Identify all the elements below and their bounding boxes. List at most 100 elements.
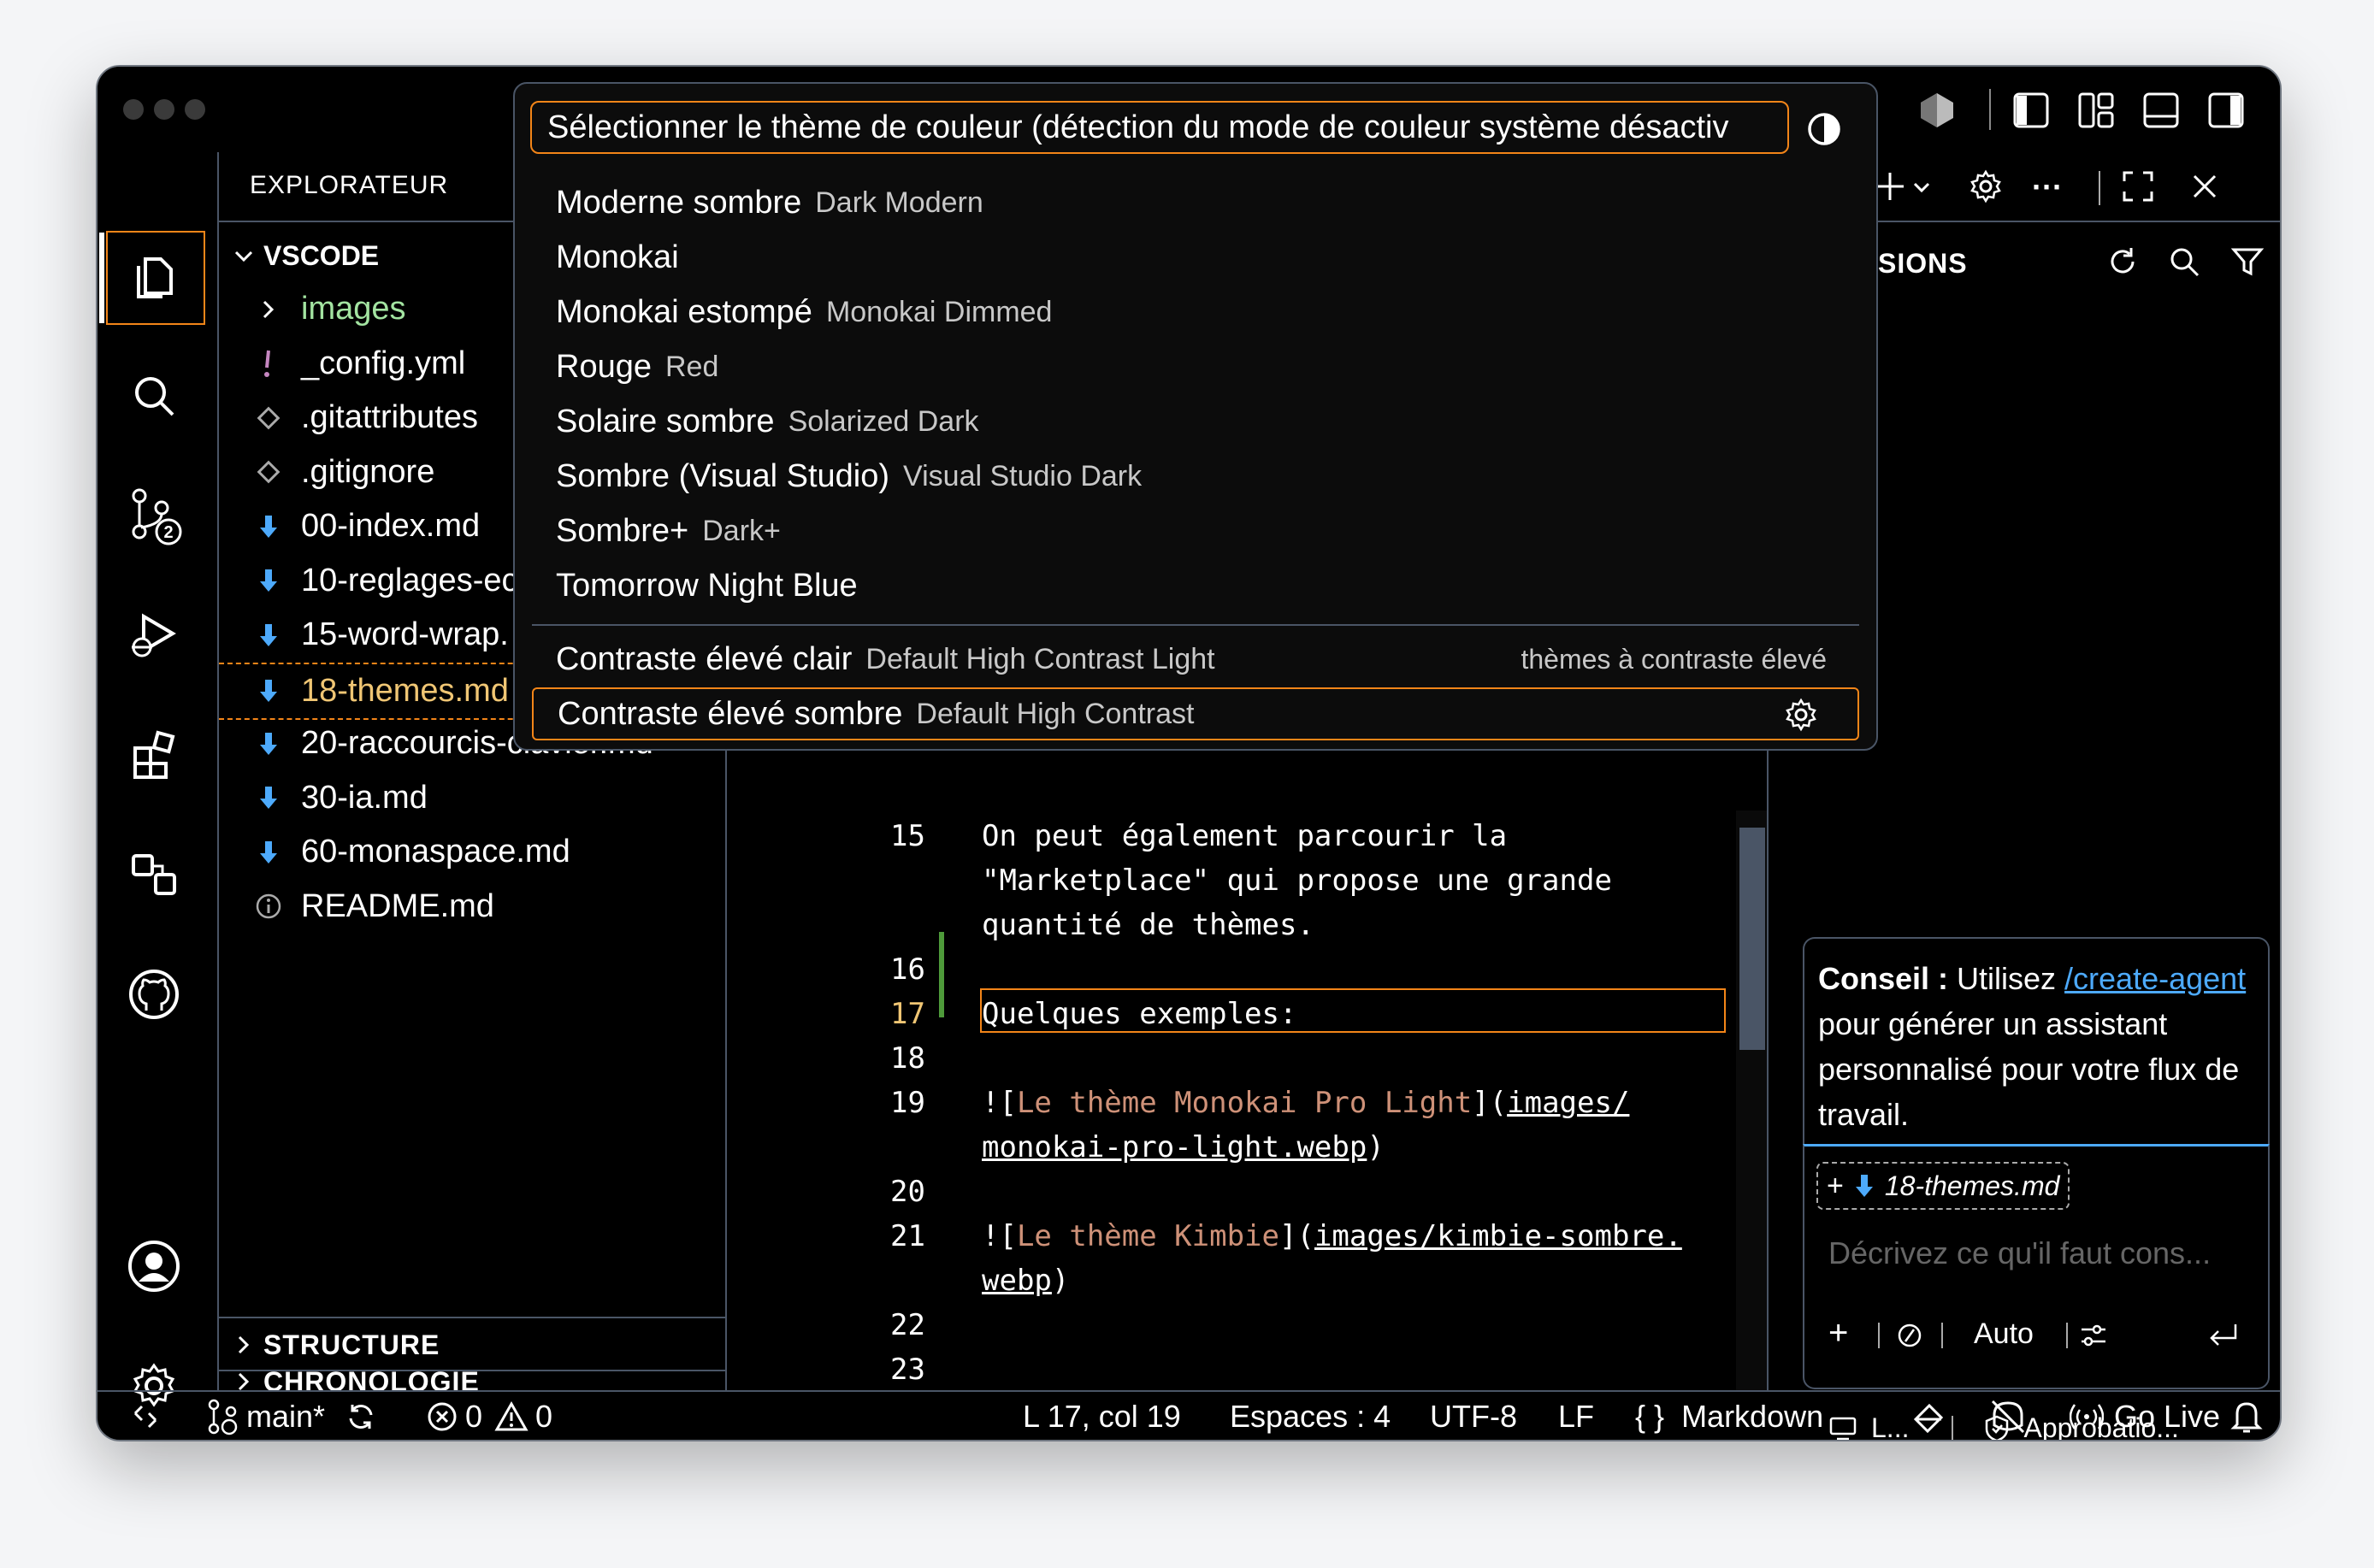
remote-explorer-icon[interactable] — [106, 829, 202, 920]
warning-icon — [494, 1400, 529, 1433]
run-debug-icon[interactable] — [106, 590, 202, 681]
theme-option[interactable]: Monokai estompé Monokai Dimmed — [532, 286, 1859, 339]
maximize-icon[interactable] — [2121, 169, 2155, 203]
source-control-icon[interactable]: 2 — [106, 470, 202, 561]
mode-selector[interactable]: Auto — [1974, 1317, 2034, 1351]
add-context-icon[interactable]: + — [1827, 1170, 1844, 1203]
window-close-dot[interactable] — [123, 99, 144, 120]
theme-option[interactable]: Solaire sombre Solarized Dark — [532, 395, 1859, 448]
theme-option[interactable]: Monokai — [532, 231, 1859, 284]
code-line[interactable]: webp) — [982, 1264, 1069, 1298]
svg-text:2: 2 — [163, 523, 173, 542]
close-icon[interactable] — [2189, 171, 2220, 202]
branch-status[interactable]: main* — [205, 1392, 378, 1440]
accounts-icon[interactable] — [1917, 91, 1957, 130]
actions-separator — [2099, 171, 2100, 205]
toggle-panel-icon[interactable] — [2143, 92, 2179, 128]
structure-section[interactable]: STRUCTURE — [219, 1317, 725, 1371]
activity-bar: 2 — [97, 152, 219, 1407]
code-line[interactable]: monokai-pro-light.webp) — [982, 1130, 1385, 1164]
theme-option-label: Moderne sombre — [556, 184, 802, 221]
chevron-right-icon — [233, 1334, 255, 1356]
encoding-status[interactable]: UTF-8 — [1430, 1392, 1517, 1440]
status-bar: main* 0 0 L 17, col 19 Espaces : 4 UTF-8… — [97, 1390, 2280, 1440]
code-text: ![ — [982, 1086, 1017, 1120]
theme-option[interactable]: Contraste élevé sombre Default High Contr… — [532, 687, 1859, 740]
theme-option[interactable]: Sombre (Visual Studio) Visual Studio Dark — [532, 450, 1859, 503]
github-icon[interactable] — [106, 949, 202, 1040]
git-icon — [243, 460, 294, 484]
filter-icon[interactable] — [2230, 245, 2265, 279]
sync-icon[interactable] — [344, 1400, 378, 1434]
problems-status[interactable]: 0 0 — [426, 1392, 552, 1440]
create-agent-link[interactable]: /create-agent — [2064, 961, 2246, 996]
go-live-status[interactable]: Go Live — [2070, 1392, 2220, 1440]
theme-option-description: Visual Studio Dark — [903, 459, 1143, 492]
options-icon[interactable] — [2078, 1321, 2109, 1350]
customize-layout-icon[interactable] — [2078, 92, 2114, 128]
tip-label: Conseil : — [1818, 961, 1949, 996]
code-line[interactable]: ![Le thème Kimbie](images/kimbie-sombre. — [982, 1219, 1682, 1253]
refresh-icon[interactable] — [2105, 245, 2140, 279]
theme-option-description: Dark Modern — [815, 186, 983, 219]
new-chat-icon[interactable] — [1873, 169, 1907, 203]
eol-status[interactable]: LF — [1558, 1392, 1594, 1440]
account-icon[interactable] — [106, 1221, 202, 1312]
add-icon[interactable]: + — [1828, 1314, 1848, 1353]
settings-gear-icon[interactable] — [1969, 169, 2003, 203]
chevron-down-icon[interactable] — [1912, 178, 1931, 197]
theme-option-label: Rouge — [556, 348, 652, 385]
line-number: 21 — [890, 1219, 925, 1253]
structure-label: STRUCTURE — [263, 1329, 440, 1360]
theme-option-description: Red — [664, 350, 719, 383]
tools-icon[interactable] — [1895, 1321, 1924, 1350]
code-text: ]( — [1472, 1086, 1508, 1120]
vscode-window: 2 EXPLORATEUR VSCODE images _config.yml .g… — [96, 65, 2282, 1441]
timeline-section[interactable]: CHRONOLOGIE — [219, 1366, 725, 1397]
send-enter-icon[interactable] — [2206, 1321, 2241, 1350]
prettier-icon[interactable] — [1910, 1392, 1946, 1440]
file-item-label: 30-ia.md — [301, 779, 428, 816]
info-icon — [243, 893, 294, 920]
explorer-icon[interactable] — [99, 231, 205, 325]
theme-option[interactable]: Contraste élevé clair Default High Contra… — [532, 633, 1859, 686]
theme-option[interactable]: Moderne sombre Dark Modern — [532, 176, 1859, 229]
chat-input-box[interactable]: + 18-themes.md Décrivez ce qu'il faut co… — [1803, 1144, 2270, 1389]
theme-option[interactable]: Rouge Red — [532, 340, 1859, 393]
theme-option[interactable]: Tomorrow Night Blue — [532, 559, 1859, 612]
search-icon[interactable] — [2167, 245, 2201, 279]
indentation-status[interactable]: Espaces : 4 — [1230, 1392, 1391, 1440]
language-status[interactable]: { } Markdown — [1635, 1392, 1823, 1440]
theme-search-input[interactable]: Sélectionner le thème de couleur (détect… — [530, 101, 1789, 154]
file-item[interactable]: 60-monaspace.md — [219, 825, 725, 879]
window-zoom-dot[interactable] — [185, 99, 205, 120]
code-line[interactable]: "Marketplace" qui propose une grande — [982, 864, 1612, 898]
extensions-icon[interactable] — [106, 710, 202, 800]
tip-card: Conseil : Utilisez /create-agent pour gé… — [1803, 937, 2270, 1146]
file-item[interactable]: 30-ia.md — [219, 771, 725, 825]
theme-quick-pick: Sélectionner le thème de couleur (détect… — [513, 82, 1878, 751]
more-actions-icon[interactable]: ··· — [2032, 169, 2063, 205]
window-minimize-dot[interactable] — [154, 99, 174, 120]
cursor-position[interactable]: L 17, col 19 — [1023, 1392, 1181, 1440]
context-chip[interactable]: + 18-themes.md — [1816, 1162, 2070, 1210]
toggle-secondary-sidebar-icon[interactable] — [2208, 92, 2244, 128]
code-line[interactable]: quantité de thèmes. — [982, 908, 1314, 942]
editor-scrollbar-thumb[interactable] — [1739, 828, 1765, 1050]
file-item-label: images — [301, 291, 406, 327]
notifications-bell-icon[interactable] — [2230, 1392, 2263, 1440]
contrast-toggle-icon[interactable] — [1806, 111, 1842, 147]
toggle-primary-sidebar-icon[interactable] — [2013, 92, 2049, 128]
file-item[interactable]: README.md — [219, 880, 725, 934]
chat-input-placeholder[interactable]: Décrivez ce qu'il faut cons... — [1828, 1235, 2211, 1271]
copilot-icon[interactable] — [1987, 1392, 2029, 1440]
search-icon[interactable] — [106, 351, 202, 441]
theme-option[interactable]: Sombre+ Dark+ — [532, 504, 1859, 557]
explorer-title: EXPLORATEUR — [250, 171, 449, 199]
theme-option-label: Solaire sombre — [556, 403, 775, 439]
remote-icon[interactable] — [128, 1392, 162, 1440]
code-line[interactable]: On peut également parcourir la — [982, 819, 1507, 853]
theme-settings-gear-icon[interactable] — [1784, 698, 1818, 732]
toolbar-separator — [1941, 1323, 1943, 1348]
code-line[interactable]: ![Le thème Monokai Pro Light](images/ — [982, 1086, 1629, 1120]
